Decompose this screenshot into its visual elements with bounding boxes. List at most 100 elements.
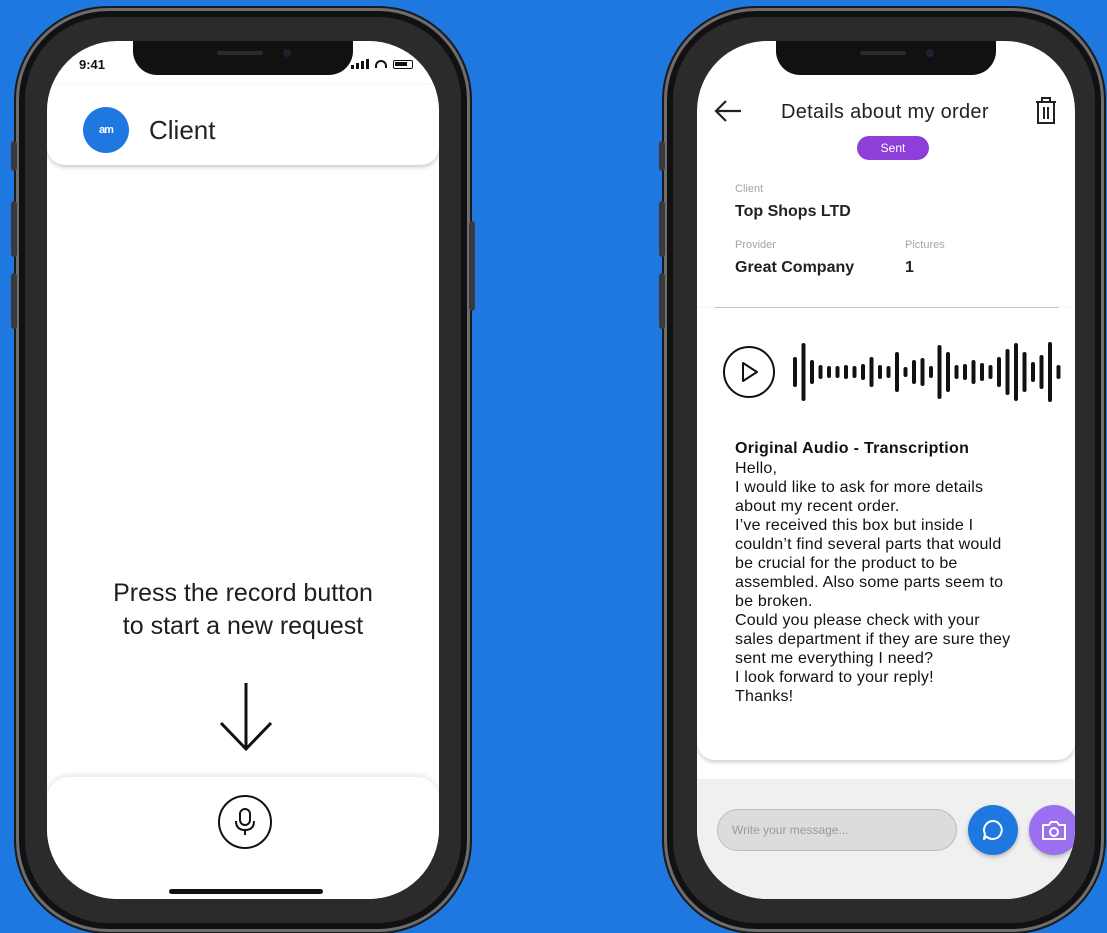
- waveform-bar: [920, 358, 925, 386]
- waveform-bar: [869, 357, 874, 387]
- waveform-bar: [946, 352, 950, 392]
- waveform-bar: [1014, 343, 1018, 401]
- waveform-bar: [1031, 362, 1035, 382]
- provider-label: Provider: [735, 239, 776, 251]
- waveform-bar: [835, 366, 840, 378]
- app-header: am Client: [47, 85, 439, 165]
- signal-icon: [351, 59, 369, 69]
- transcription-line: Hello,: [735, 460, 778, 477]
- transcription-line: sales department if they are sure they: [735, 631, 1011, 648]
- waveform-bar: [1048, 342, 1052, 402]
- send-message-button[interactable]: [968, 805, 1018, 855]
- transcription-line: I look forward to your reply!: [735, 669, 934, 686]
- waveform-bar: [903, 367, 908, 377]
- transcription-text: Hello, I would like to ask for more deta…: [735, 459, 1075, 706]
- transcription-line: I’ve received this box but inside I: [735, 517, 974, 534]
- waveform-bar: [1039, 355, 1044, 389]
- waveform-bar: [818, 365, 823, 379]
- transcription-line: couldn’t find several parts that would: [735, 536, 1002, 553]
- waveform-bar: [954, 365, 959, 379]
- waveform-bar: [1005, 349, 1010, 395]
- message-bar: [697, 779, 1075, 899]
- transcription-line: assembled. Also some parts seem to: [735, 574, 1004, 591]
- waveform-bar: [937, 345, 942, 399]
- volume-up-button: [11, 201, 17, 257]
- front-camera: [283, 49, 291, 57]
- client-screen: 9:41 am Client Press the record button t…: [47, 41, 439, 899]
- transcription-line: be broken.: [735, 593, 813, 610]
- volume-up-button: [659, 201, 665, 257]
- provider-value: Great Company: [735, 259, 855, 276]
- client-label: Client: [735, 183, 764, 195]
- silent-switch: [659, 141, 665, 171]
- status-badge: Sent: [857, 136, 929, 160]
- waveform-bar: [1022, 352, 1027, 392]
- record-bar: [47, 777, 439, 899]
- waveform-bar: [963, 364, 967, 380]
- waveform-bar: [980, 363, 984, 381]
- waveform-bar: [852, 366, 857, 378]
- volume-down-button: [659, 273, 665, 329]
- prompt-line: Press the record button: [113, 579, 373, 607]
- record-prompt: Press the record button to start a new r…: [47, 577, 439, 643]
- waveform-bar: [844, 365, 848, 379]
- wifi-icon: [375, 60, 387, 68]
- pictures-label: Pictures: [905, 239, 945, 251]
- power-button: [469, 221, 475, 311]
- transcription-line: I would like to ask for more details: [735, 479, 984, 496]
- transcription-line: sent me everything I need?: [735, 650, 934, 667]
- waveform-bar: [861, 364, 865, 380]
- volume-down-button: [11, 273, 17, 329]
- microphone-icon: [235, 808, 255, 835]
- waveform-bar: [895, 352, 899, 392]
- transcription-title: Original Audio - Transcription: [735, 440, 970, 457]
- transcription-line: Thanks!: [735, 688, 794, 705]
- waveform-bar: [827, 366, 831, 378]
- transcription-line: about my recent order.: [735, 498, 900, 515]
- waveform-bar: [886, 366, 891, 378]
- play-button[interactable]: [723, 346, 775, 398]
- arrow-down-icon: [219, 683, 273, 752]
- waveform-bar: [997, 357, 1001, 387]
- waveform-bar: [971, 360, 976, 384]
- message-input[interactable]: [717, 809, 957, 851]
- transcription-line: Could you please check with your: [735, 612, 980, 629]
- home-indicator[interactable]: [169, 889, 323, 894]
- client-phone: 9:41 am Client Press the record button t…: [11, 8, 475, 932]
- waveform-bar: [912, 360, 916, 384]
- order-details-screen: Details about my order Sent Client Top S…: [697, 41, 1075, 899]
- pictures-value: 1: [905, 259, 914, 276]
- notch: [133, 41, 353, 75]
- audio-card: Original Audio - Transcription Hello, I …: [697, 308, 1075, 760]
- trash-icon[interactable]: [1035, 97, 1057, 125]
- play-icon: [742, 362, 758, 382]
- waveform-bar: [801, 343, 806, 401]
- chat-bubble-icon: [983, 820, 1003, 840]
- audio-waveform[interactable]: [789, 336, 1071, 408]
- speaker: [217, 51, 263, 55]
- status-icons: [351, 59, 413, 69]
- camera-icon: [1042, 821, 1066, 840]
- waveform-bar: [929, 366, 933, 378]
- waveform-bar: [810, 360, 814, 384]
- waveform-bar: [878, 365, 882, 379]
- notch: [776, 41, 996, 75]
- page-title: Details about my order: [781, 101, 989, 123]
- arrow-left-icon[interactable]: [713, 99, 743, 123]
- battery-icon: [393, 59, 413, 69]
- record-button[interactable]: [218, 795, 272, 849]
- transcription-line: be crucial for the product to be: [735, 555, 958, 572]
- speaker: [860, 51, 906, 55]
- prompt-line: to start a new request: [122, 612, 364, 640]
- provider-phone: Details about my order Sent Client Top S…: [659, 8, 1104, 932]
- silent-switch: [11, 141, 17, 171]
- waveform-bar: [988, 365, 993, 379]
- add-picture-button[interactable]: [1029, 805, 1075, 855]
- page-title: Client: [149, 115, 216, 145]
- front-camera: [926, 49, 934, 57]
- client-value: Top Shops LTD: [735, 203, 851, 220]
- waveform-bar: [1056, 365, 1061, 379]
- waveform-bar: [793, 357, 797, 387]
- status-time: 9:41: [79, 57, 106, 72]
- app-logo: am: [83, 107, 129, 153]
